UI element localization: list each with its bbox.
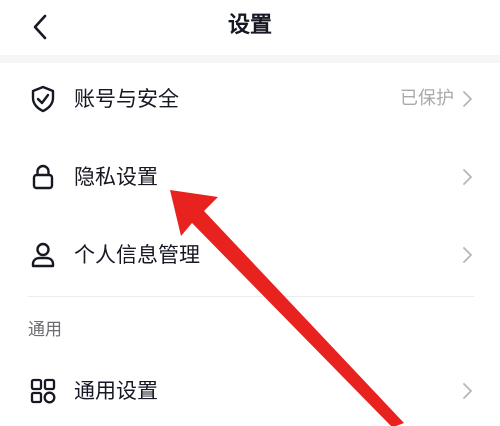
back-button[interactable]	[22, 10, 58, 44]
chevron-right-icon	[463, 247, 472, 263]
menu-item-label: 隐私设置	[74, 165, 158, 189]
menu-item-privacy-settings[interactable]: 隐私设置	[0, 148, 500, 206]
menu-item-general-settings[interactable]: 通用设置	[0, 362, 500, 420]
chevron-right-icon	[463, 169, 472, 185]
menu-item-account-security[interactable]: 账号与安全 已保护	[0, 70, 500, 128]
menu-item-label: 账号与安全	[74, 87, 179, 111]
header-divider	[0, 55, 500, 63]
chevron-left-icon	[33, 14, 47, 40]
section-title-general: 通用	[28, 320, 62, 340]
person-icon	[31, 242, 55, 268]
chevron-right-icon	[463, 91, 472, 107]
menu-item-label: 通用设置	[74, 379, 158, 403]
protection-status: 已保护	[400, 88, 454, 109]
grid-icon	[30, 378, 56, 404]
menu-item-personal-info[interactable]: 个人信息管理	[0, 226, 500, 284]
shield-check-icon	[31, 85, 55, 113]
menu-item-label: 个人信息管理	[74, 243, 200, 267]
chevron-right-icon	[463, 383, 472, 399]
lock-icon	[32, 164, 54, 190]
top-bar: 设置	[0, 0, 500, 54]
section-divider	[28, 296, 474, 297]
page-title: 设置	[227, 13, 272, 38]
